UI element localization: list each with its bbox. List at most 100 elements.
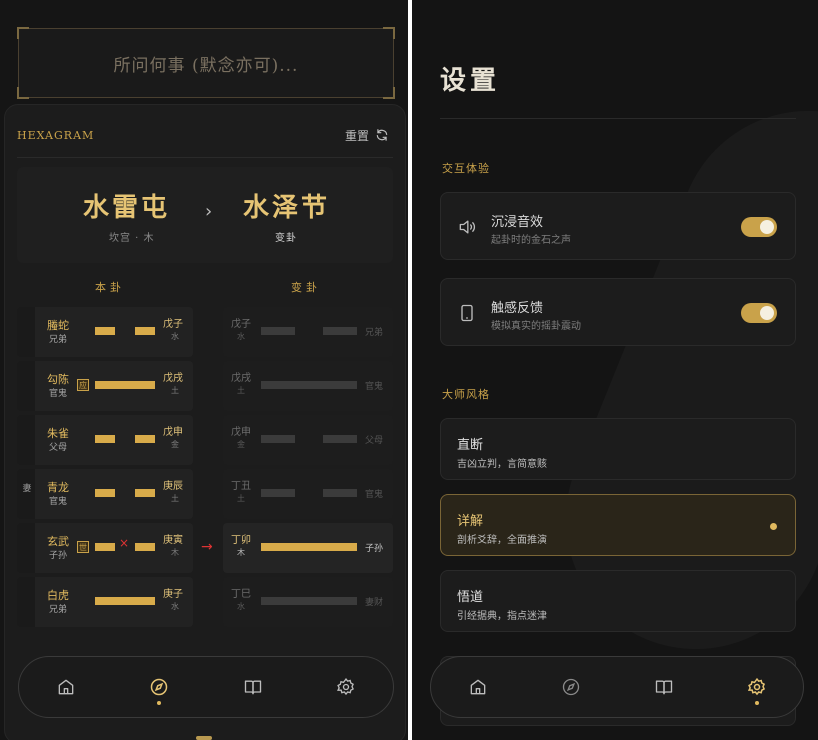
ben-yao: 勾陈 官鬼 应 戊戌 土 [17,361,193,411]
yin-line [95,543,115,551]
six-relative: 父母 [48,443,67,453]
six-relative: 官鬼 [365,382,384,392]
ben-yao: 白虎 兄弟 庚子 水 [17,577,193,627]
yin-line [323,435,357,443]
ganzhi: 戊申 [231,427,251,438]
yao-row: 朱雀 父母 戊申 金 戊申 金 父母 [17,415,393,465]
six-relative: 兄弟 [48,335,67,345]
yang-line [95,597,155,605]
ben-gua-sub: 坎宫 · 木 [109,233,155,244]
ganzhi: 戊戌 [163,373,183,384]
page-title: 设置 [440,66,501,96]
six-spirit: 青龙 [47,481,69,494]
yin-line [261,327,295,335]
six-spirit: 朱雀 [47,427,69,440]
bian-yao: 戊申 金 父母 [223,415,393,465]
bian-yao: 丁巳 水 妻财 [223,577,393,627]
moving-line-cross-icon: × [119,536,130,550]
yin-line [95,489,115,497]
compass-icon [562,678,579,696]
yin-line [135,489,155,497]
yin-line [323,489,357,497]
settings-screen: 设置 交互体验 沉浸音效 起卦时的金石之声 触感反馈 模拟真实的摇卦震动 大师风… [412,0,818,740]
bian-gua-sub: 变卦 [275,233,297,244]
nav-home[interactable] [46,667,86,707]
yang-line [261,597,357,605]
toggle-knob [760,220,774,234]
ganzhi: 庚寅 [163,535,183,546]
haptic-title: 触感反馈 [491,301,544,316]
compass-icon [151,678,168,696]
yin-line [323,327,357,335]
ben-yao: 妻 青龙 官鬼 庚辰 土 [17,469,193,519]
ben-yao: 螣蛇 兄弟 戊子 水 [17,307,193,357]
divider [17,157,393,158]
active-indicator [157,701,162,705]
ganzhi: 丁丑 [231,481,251,492]
card-header: HEXAGRAM 重置 [17,125,389,145]
six-spirit: 白虎 [47,589,69,602]
six-spirit: 勾陈 [47,373,69,386]
question-placeholder: 所问何事 (默念亦可)... [113,55,299,76]
home-icon [58,679,74,695]
six-relative: 兄弟 [365,328,384,338]
gear-icon [337,677,355,696]
nav-settings[interactable] [737,667,777,707]
nav-home[interactable] [458,667,498,707]
yin-line [261,489,295,497]
bian-yao: 丁丑 土 官鬼 [223,469,393,519]
style-option-direct[interactable]: 直断 吉凶立判，言简意赅 [440,418,796,480]
nav-book[interactable] [644,667,684,707]
yang-line [261,381,357,389]
nav-book[interactable] [233,667,273,707]
style-option-detailed[interactable]: 详解 剖析爻辞，全面推演 [440,494,796,556]
ganzhi: 戊子 [231,319,251,330]
nav-divination[interactable] [551,667,591,707]
bian-yao: 丁卯 木 子孙 [223,523,393,573]
bian-gua-name: 水泽节 [243,193,331,223]
home-indicator [196,736,212,740]
wuxing: 土 [171,494,179,503]
ganzhi: 庚子 [163,589,183,600]
hexagram-card: HEXAGRAM 重置 水雷屯 坎宫 · 木 › 水泽节 变卦 本卦 变卦 螣蛇… [4,104,406,740]
nav-settings[interactable] [326,667,366,707]
ganzhi: 戊戌 [231,373,251,384]
sound-title: 沉浸音效 [491,215,544,230]
style-title: 悟道 [457,590,484,605]
gear-icon [747,677,765,696]
haptic-toggle[interactable] [741,303,777,323]
divination-screen: 所问何事 (默念亦可)... HEXAGRAM 重置 水雷屯 坎宫 · 木 › … [0,0,408,740]
haptic-desc: 模拟真实的摇卦震动 [491,321,581,332]
wuxing: 水 [171,332,179,341]
six-relative: 子孙 [48,551,67,561]
yin-line [135,543,155,551]
wuxing: 金 [171,440,179,449]
yao-row: 螣蛇 兄弟 戊子 水 戊子 水 兄弟 [17,307,393,357]
ying-badge: 应 [77,379,89,391]
corner-ornament [383,27,395,39]
corner-ornament [17,87,29,99]
six-relative: 兄弟 [48,605,67,615]
reset-label: 重置 [344,128,369,143]
style-option-enlighten[interactable]: 悟道 引经据典，指点迷津 [440,570,796,632]
question-input[interactable]: 所问何事 (默念亦可)... [17,27,395,99]
ganzhi: 丁巳 [231,589,251,600]
bottom-nav [430,656,804,718]
nav-divination[interactable] [139,667,179,707]
yin-line [135,435,155,443]
yin-line [95,327,115,335]
style-desc: 引经据典，指点迷津 [457,611,547,622]
sound-toggle[interactable] [741,217,777,237]
ganzhi: 庚辰 [163,481,183,492]
bian-yao: 戊戌 土 官鬼 [223,361,393,411]
reset-button[interactable]: 重置 [345,127,389,144]
yang-line [95,381,155,389]
ben-gua-column-title: 本卦 [95,281,125,294]
wuxing: 土 [237,494,245,503]
yin-line [261,435,295,443]
bian-yao: 戊子 水 兄弟 [223,307,393,357]
corner-ornament [17,27,29,39]
active-indicator [754,701,759,705]
yao-row: 妻 青龙 官鬼 庚辰 土 丁丑 土 官鬼 [17,469,393,519]
six-spirit: 螣蛇 [47,319,69,332]
